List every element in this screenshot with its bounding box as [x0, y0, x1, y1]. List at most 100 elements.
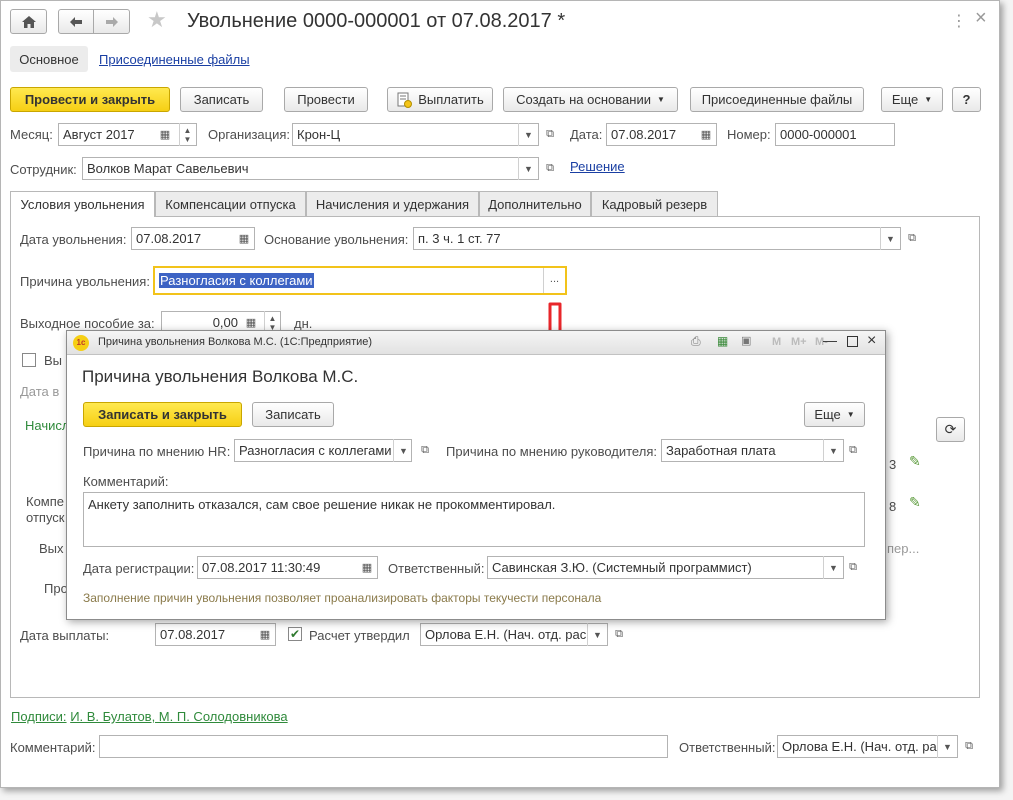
refresh-button[interactable]: ⟳	[936, 417, 965, 442]
dismissal-reason-input[interactable]: Разногласия с коллегами	[153, 266, 567, 295]
calendar-icon[interactable]: ▦	[155, 123, 175, 146]
pay-button-label: Выплатить	[418, 92, 484, 107]
attached-files-button[interactable]: Присоединенные файлы	[690, 87, 864, 112]
tab-vacation-compensation[interactable]: Компенсации отпуска	[155, 191, 306, 216]
minimize-icon[interactable]: —	[823, 332, 837, 348]
post-and-close-button[interactable]: Провести и закрыть	[10, 87, 170, 112]
dialog-titlebar: 1с Причина увольнения Волкова М.С. (1С:П…	[67, 331, 885, 355]
employee-input[interactable]: Волков Марат Савельевич	[82, 157, 539, 180]
more-menu-icon[interactable]: ⋮	[951, 11, 967, 31]
dismissal-basis-value: п. 3 ч. 1 ст. 77	[418, 231, 501, 246]
severance-value: 0,00	[212, 315, 238, 330]
responsible-input[interactable]: Орлова Е.Н. (Нач. отд. ра	[777, 735, 958, 758]
dismissal-reason-label: Причина увольнения:	[20, 274, 150, 289]
pay-document-icon	[397, 92, 413, 108]
save-button[interactable]: Записать	[180, 87, 263, 112]
calc-approved-input[interactable]: Орлова Е.Н. (Нач. отд. рас	[420, 623, 608, 646]
print-icon[interactable]: ⎙	[691, 334, 701, 349]
accruals-partial-link[interactable]: Начисл	[25, 418, 69, 433]
nav-tab-files[interactable]: Присоединенные файлы	[99, 52, 250, 67]
dismissal-basis-input[interactable]: п. 3 ч. 1 ст. 77	[413, 227, 901, 250]
right-field-1-partial: 3	[889, 457, 897, 472]
help-button[interactable]: ?	[952, 87, 981, 112]
dialog-comment-value: Анкету заполнить отказался, сам свое реш…	[88, 497, 556, 512]
nav-tab-main-label: Основное	[19, 51, 79, 67]
dialog-responsible-dropdown[interactable]: ▼	[823, 556, 843, 579]
tab-dismissal-conditions[interactable]: Условия увольнения	[10, 191, 155, 217]
chevron-down-icon: ▼	[846, 410, 855, 419]
forward-button[interactable]	[93, 9, 130, 34]
open-link-icon[interactable]: ⧉	[843, 439, 863, 462]
open-link-icon[interactable]: ⧉	[959, 735, 979, 758]
nav-tab-main[interactable]: Основное	[10, 46, 88, 72]
responsible-dropdown[interactable]: ▼	[937, 735, 957, 758]
more-button[interactable]: Еще ▼	[881, 87, 943, 112]
right-text-partial: пер...	[887, 541, 920, 556]
decision-link[interactable]: Решение	[570, 159, 625, 174]
hr-reason-dropdown[interactable]: ▼	[393, 439, 413, 462]
number-input[interactable]: 0000-000001	[775, 123, 895, 146]
calendar-icon[interactable]: ▦	[255, 623, 275, 646]
dismissal-reason-dialog: 1с Причина увольнения Волкова М.С. (1С:П…	[66, 330, 886, 620]
severance-checkbox[interactable]	[22, 353, 36, 367]
dismissal-basis-dropdown[interactable]: ▼	[880, 227, 900, 250]
close-icon[interactable]: ×	[975, 7, 987, 30]
manager-reason-input[interactable]: Заработная плата	[661, 439, 844, 462]
date-partial-label: Дата в	[20, 384, 60, 399]
open-link-icon[interactable]: ⧉	[540, 123, 560, 146]
dismissal-reason-select-button[interactable]: ...	[543, 268, 565, 293]
pencil-icon[interactable]: ✎	[909, 494, 921, 511]
comment-input[interactable]	[99, 735, 668, 758]
date-label: Дата:	[570, 127, 603, 142]
month-input[interactable]: Август 2017	[58, 123, 197, 146]
spreadsheet-icon[interactable]: ▦	[717, 334, 728, 348]
manager-reason-dropdown[interactable]: ▼	[823, 439, 843, 462]
calendar-icon[interactable]: ▦	[696, 123, 716, 146]
favorite-star-icon[interactable]: ★	[147, 7, 167, 33]
month-stepper[interactable]: ▲ ▼	[179, 123, 195, 146]
tab-accruals-deductions[interactable]: Начисления и удержания	[306, 191, 479, 216]
organization-dropdown[interactable]: ▼	[518, 123, 538, 146]
signatures-link[interactable]: Подписи: И. В. Булатов, М. П. Солодовник…	[11, 709, 288, 724]
open-link-icon[interactable]: ⧉	[415, 439, 435, 462]
maximize-icon[interactable]	[847, 336, 858, 347]
home-button[interactable]	[10, 9, 47, 34]
dialog-comment-textarea[interactable]: Анкету заполнить отказался, сам свое реш…	[83, 492, 865, 547]
back-button[interactable]	[58, 9, 94, 34]
open-link-icon[interactable]: ⧉	[609, 623, 629, 646]
dialog-responsible-input[interactable]: Савинская З.Ю. (Системный программист)	[487, 556, 844, 579]
employee-dropdown[interactable]: ▼	[518, 157, 538, 180]
pencil-icon[interactable]: ✎	[909, 453, 921, 470]
calendar-icon[interactable]: ▣	[741, 334, 751, 347]
responsible-value: Орлова Е.Н. (Нач. отд. ра	[782, 739, 937, 754]
hr-reason-label: Причина по мнению HR:	[83, 444, 231, 459]
dialog-save-button[interactable]: Записать	[252, 402, 334, 427]
open-link-icon[interactable]: ⧉	[540, 157, 560, 180]
calc-approved-label: Расчет утвердил	[309, 628, 410, 643]
tab-additional[interactable]: Дополнительно	[479, 191, 591, 216]
month-value: Август 2017	[63, 127, 135, 142]
calendar-icon[interactable]: ▦	[357, 556, 377, 579]
memory-plus-button[interactable]: M+	[791, 336, 807, 348]
calendar-icon[interactable]: ▦	[234, 227, 254, 250]
calc-approved-dropdown[interactable]: ▼	[587, 623, 607, 646]
hr-reason-input[interactable]: Разногласия с коллегами	[234, 439, 412, 462]
dialog-more-button[interactable]: Еще ▼	[804, 402, 865, 427]
tab-personnel-reserve[interactable]: Кадровый резерв	[591, 191, 718, 216]
open-link-icon[interactable]: ⧉	[902, 227, 922, 250]
calc-approved-checkbox[interactable]: ✔	[288, 627, 302, 641]
open-link-icon[interactable]: ⧉	[843, 556, 863, 579]
organization-input[interactable]: Крон-Ц	[292, 123, 539, 146]
create-based-on-button[interactable]: Создать на основании ▼	[503, 87, 678, 112]
close-icon[interactable]: ×	[867, 332, 876, 350]
pay-button[interactable]: Выплатить	[387, 87, 493, 112]
checkbox-label-partial: Вы	[44, 353, 63, 368]
payment-date-label: Дата выплаты:	[20, 628, 110, 643]
dismissal-date-value: 07.08.2017	[136, 231, 202, 246]
save-and-close-button[interactable]: Записать и закрыть	[83, 402, 242, 427]
memory-m-button[interactable]: M	[772, 336, 781, 348]
reg-date-input[interactable]: 07.08.2017 11:30:49	[197, 556, 378, 579]
reg-date-label: Дата регистрации:	[83, 561, 195, 576]
post-button[interactable]: Провести	[284, 87, 368, 112]
organization-value: Крон-Ц	[297, 127, 341, 142]
